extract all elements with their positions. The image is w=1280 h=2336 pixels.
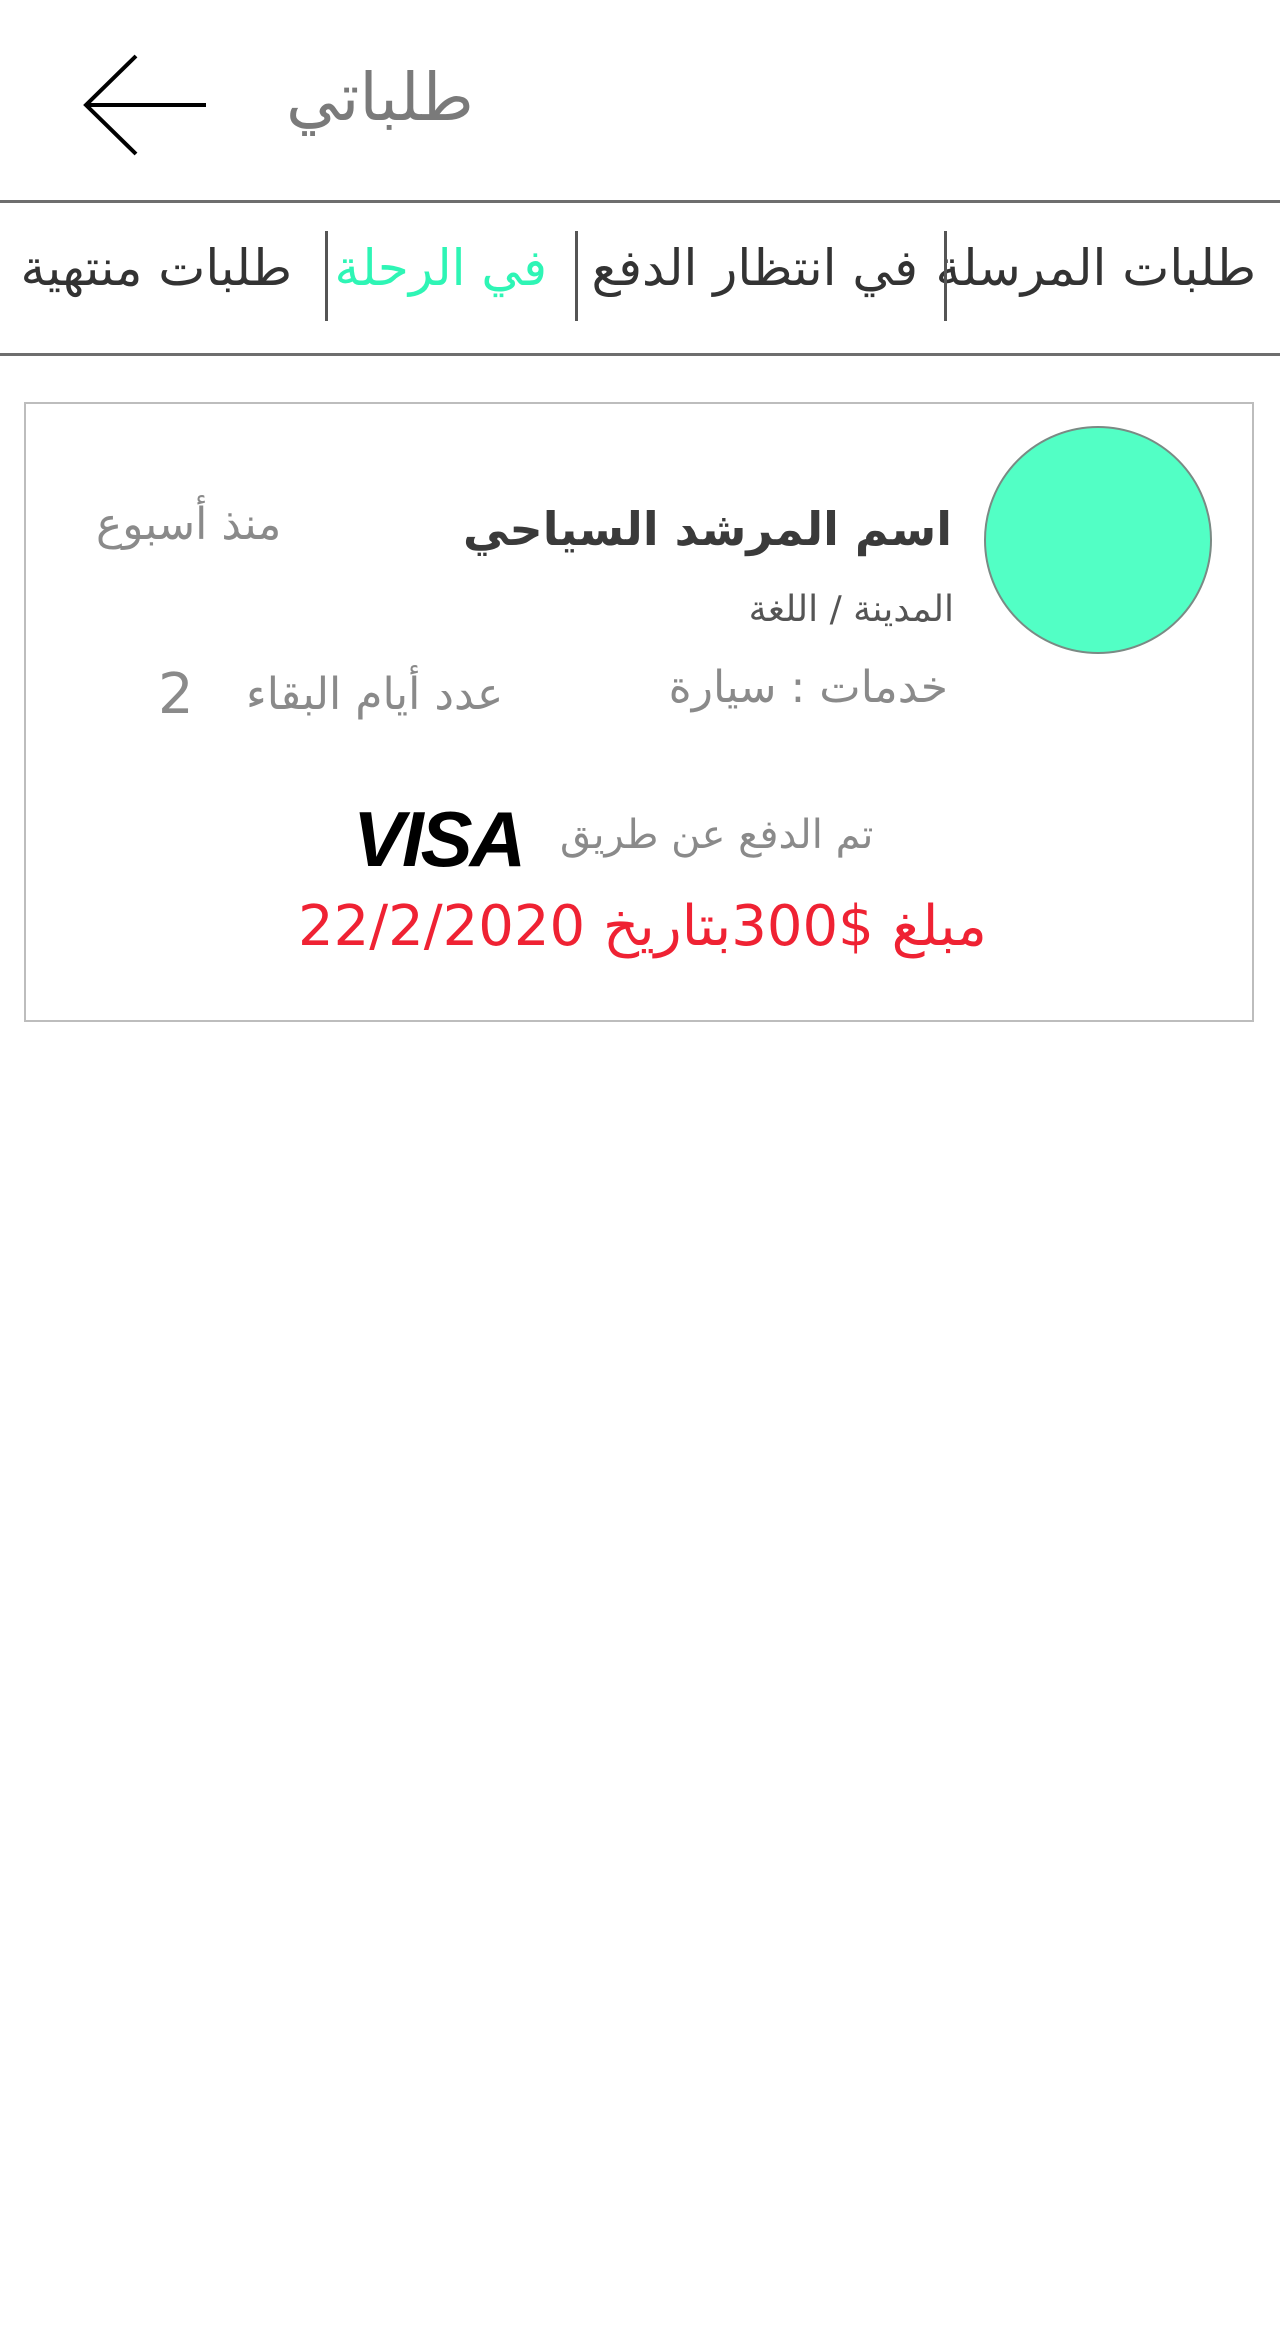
stay-days-label: عدد أيام البقاء <box>246 669 504 720</box>
order-card[interactable]: اسم المرشد السياحي منذ أسبوع المدينة / ا… <box>24 402 1254 1022</box>
tab-awaiting-payment[interactable]: في انتظار الدفع <box>591 203 918 353</box>
tabs-divider <box>0 353 1280 356</box>
tab-separator <box>575 231 578 321</box>
services: خدمات : سيارة <box>668 662 948 713</box>
guide-avatar <box>984 426 1212 654</box>
order-status-tabs: طلبات المرسلة في انتظار الدفع في الرحلة … <box>0 203 1280 353</box>
guide-name: اسم المرشد السياحي <box>463 502 952 556</box>
app-header: طلباتي <box>0 0 1280 200</box>
city-language: المدينة / اللغة <box>748 589 954 630</box>
tab-finished-requests[interactable]: طلبات منتهية <box>20 203 292 353</box>
page-title: طلباتي <box>286 59 474 136</box>
paid-via-label: تم الدفع عن طريق <box>560 812 874 858</box>
svg-text:VISA: VISA <box>353 804 523 876</box>
back-button[interactable] <box>78 50 208 160</box>
stay-days-value: 2 <box>158 662 194 727</box>
tab-separator <box>944 231 947 321</box>
tab-separator <box>325 231 328 321</box>
tab-sent-requests[interactable]: طلبات المرسلة <box>935 203 1256 353</box>
arrow-left-icon <box>83 54 206 156</box>
visa-logo: VISA <box>338 804 538 876</box>
tab-on-trip[interactable]: في الرحلة <box>335 203 547 353</box>
payment-amount-date: مبلغ $300بتاريخ 22/2/2020 <box>298 894 987 959</box>
order-time-ago: منذ أسبوع <box>96 499 282 550</box>
